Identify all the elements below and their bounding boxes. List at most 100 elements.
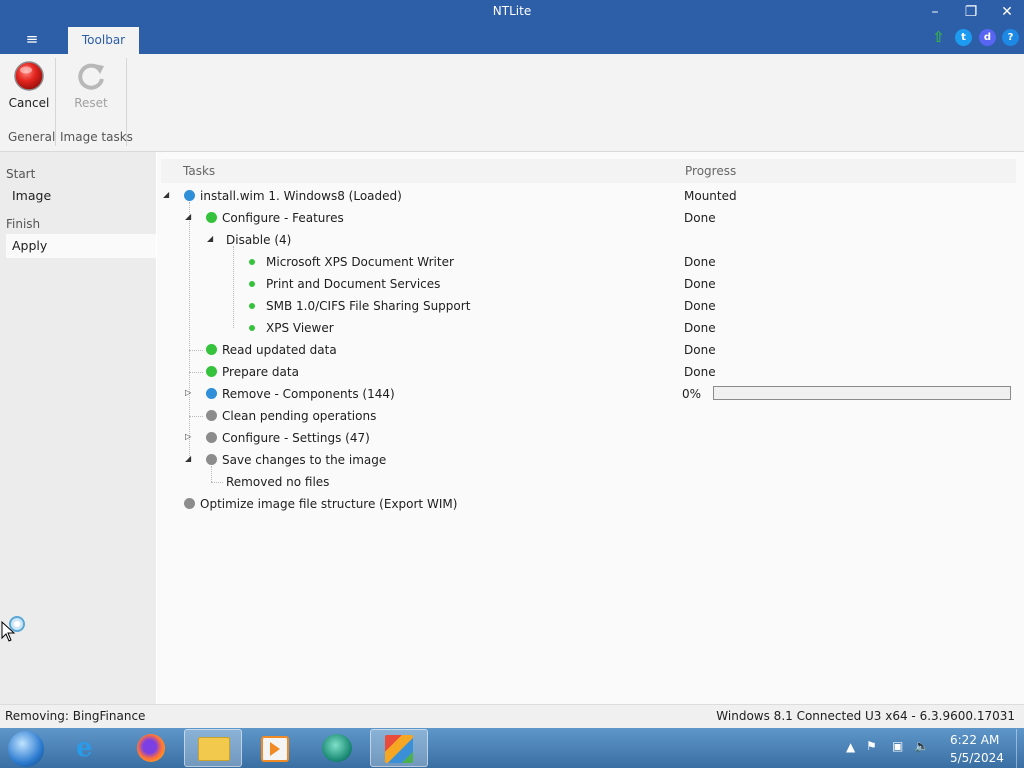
refresh-icon <box>78 63 104 90</box>
internet-explorer-icon: e <box>76 733 93 763</box>
help-icon[interactable]: ? <box>1002 29 1019 46</box>
task-label[interactable]: Save changes to the image <box>222 449 386 471</box>
update-arrow-icon[interactable]: ⇧ <box>930 29 947 46</box>
cancel-button[interactable]: Cancel <box>3 60 55 116</box>
progress-bar <box>713 386 1011 400</box>
task-label[interactable]: Microsoft XPS Document Writer <box>266 251 454 273</box>
task-progress: Done <box>684 211 716 225</box>
clock-time[interactable]: 6:22 AM <box>950 733 999 747</box>
taskbar-file-explorer[interactable] <box>184 729 242 767</box>
hamburger-icon[interactable]: ≡ <box>22 30 42 48</box>
task-label[interactable]: XPS Viewer <box>266 317 334 339</box>
task-label[interactable]: Configure - Settings (47) <box>222 427 370 449</box>
collapse-arrow-icon[interactable]: ◢ <box>185 212 191 221</box>
task-label[interactable]: Print and Document Services <box>266 273 440 295</box>
group-image-tasks-label: Image tasks <box>60 130 133 144</box>
task-label[interactable]: Removed no files <box>226 471 329 493</box>
collapse-arrow-icon[interactable]: ◢ <box>163 190 169 199</box>
show-hidden-icons[interactable]: ▲ <box>846 740 855 754</box>
task-label[interactable]: Remove - Components (144) <box>222 383 395 405</box>
task-label[interactable]: Configure - Features <box>222 207 344 229</box>
status-dot-done <box>249 281 255 287</box>
task-label[interactable]: SMB 1.0/CIFS File Sharing Support <box>266 295 470 317</box>
busy-cursor-icon <box>1 616 25 642</box>
status-dot-active <box>184 190 195 201</box>
status-text: Removing: BingFinance <box>5 709 146 723</box>
taskbar-ntlite[interactable] <box>370 729 428 767</box>
twitter-icon[interactable]: t <box>955 29 972 46</box>
close-button[interactable]: ✕ <box>990 3 1024 21</box>
task-label[interactable]: Prepare data <box>222 361 299 383</box>
restore-button[interactable]: ❐ <box>954 3 988 21</box>
status-dot-done <box>206 212 217 223</box>
task-label[interactable]: Clean pending operations <box>222 405 376 427</box>
expand-arrow-icon[interactable]: ▷ <box>185 432 191 441</box>
nav-item-image[interactable]: Image <box>6 184 156 208</box>
ntlite-icon <box>385 735 413 763</box>
task-label[interactable]: Disable (4) <box>226 229 291 251</box>
taskbar-internet-explorer[interactable]: e <box>62 729 120 767</box>
task-progress: Done <box>684 255 716 269</box>
collapse-arrow-icon[interactable]: ◢ <box>207 234 213 243</box>
media-player-icon <box>261 736 289 762</box>
task-progress: Mounted <box>684 189 737 203</box>
tree-line <box>189 372 203 373</box>
action-center-flag-icon[interactable]: ⚑ <box>866 739 877 753</box>
tree-line <box>211 466 212 482</box>
collapse-arrow-icon[interactable]: ◢ <box>185 454 191 463</box>
tree-line <box>189 202 190 462</box>
nav-heading-start: Start <box>6 167 36 181</box>
status-dot-done <box>206 366 217 377</box>
volume-icon[interactable]: 🔈 <box>914 739 929 753</box>
window-title: NTLite <box>492 4 532 18</box>
reset-label: Reset <box>74 96 108 110</box>
minimize-button[interactable]: – <box>918 3 952 21</box>
firefox-icon <box>137 734 165 762</box>
clock-date[interactable]: 5/5/2024 <box>950 751 1004 765</box>
task-progress: Done <box>684 277 716 291</box>
status-dot-done <box>249 325 255 331</box>
tree-line <box>211 482 223 483</box>
task-label[interactable]: install.wim 1. Windows8 (Loaded) <box>200 185 402 207</box>
discord-icon[interactable]: d <box>979 29 996 46</box>
tab-toolbar[interactable]: Toolbar <box>68 27 139 54</box>
task-progress: Done <box>684 321 716 335</box>
stop-icon <box>14 61 44 91</box>
column-progress[interactable]: Progress <box>685 164 736 178</box>
task-label[interactable]: Read updated data <box>222 339 337 361</box>
group-general-label: General <box>8 130 56 144</box>
start-orb-icon[interactable] <box>8 731 44 767</box>
status-dot-done <box>249 303 255 309</box>
column-header <box>161 159 1016 183</box>
taskbar-media-player[interactable] <box>245 729 303 767</box>
tree-line <box>189 350 203 351</box>
tree-line <box>189 416 203 417</box>
task-progress: 0% <box>682 387 702 401</box>
reset-button[interactable]: Reset <box>65 60 117 116</box>
task-progress: Done <box>684 365 716 379</box>
show-desktop-button[interactable] <box>1016 729 1024 768</box>
status-dot-done <box>249 259 255 265</box>
expand-arrow-icon[interactable]: ▷ <box>185 388 191 397</box>
tree-line <box>233 246 234 328</box>
task-label[interactable]: Optimize image file structure (Export WI… <box>200 493 457 515</box>
ribbon <box>0 54 1024 152</box>
status-dot-pending <box>206 432 217 443</box>
nav-heading-finish: Finish <box>6 217 41 231</box>
network-icon[interactable]: ▣ <box>892 739 903 753</box>
status-dot-pending <box>206 410 217 421</box>
status-dot-pending <box>184 498 195 509</box>
app-icon <box>322 734 352 762</box>
status-dot-done <box>206 344 217 355</box>
status-dot-active <box>206 388 217 399</box>
task-progress: Done <box>684 343 716 357</box>
taskbar-app[interactable] <box>308 729 366 767</box>
cancel-label: Cancel <box>8 96 50 110</box>
task-progress: Done <box>684 299 716 313</box>
column-tasks[interactable]: Tasks <box>183 164 215 178</box>
taskbar-firefox[interactable] <box>122 729 180 767</box>
status-dot-pending <box>206 454 217 465</box>
file-explorer-icon <box>198 737 230 761</box>
status-version: Windows 8.1 Connected U3 x64 - 6.3.9600.… <box>716 709 1015 723</box>
nav-item-apply[interactable]: Apply <box>6 234 156 258</box>
